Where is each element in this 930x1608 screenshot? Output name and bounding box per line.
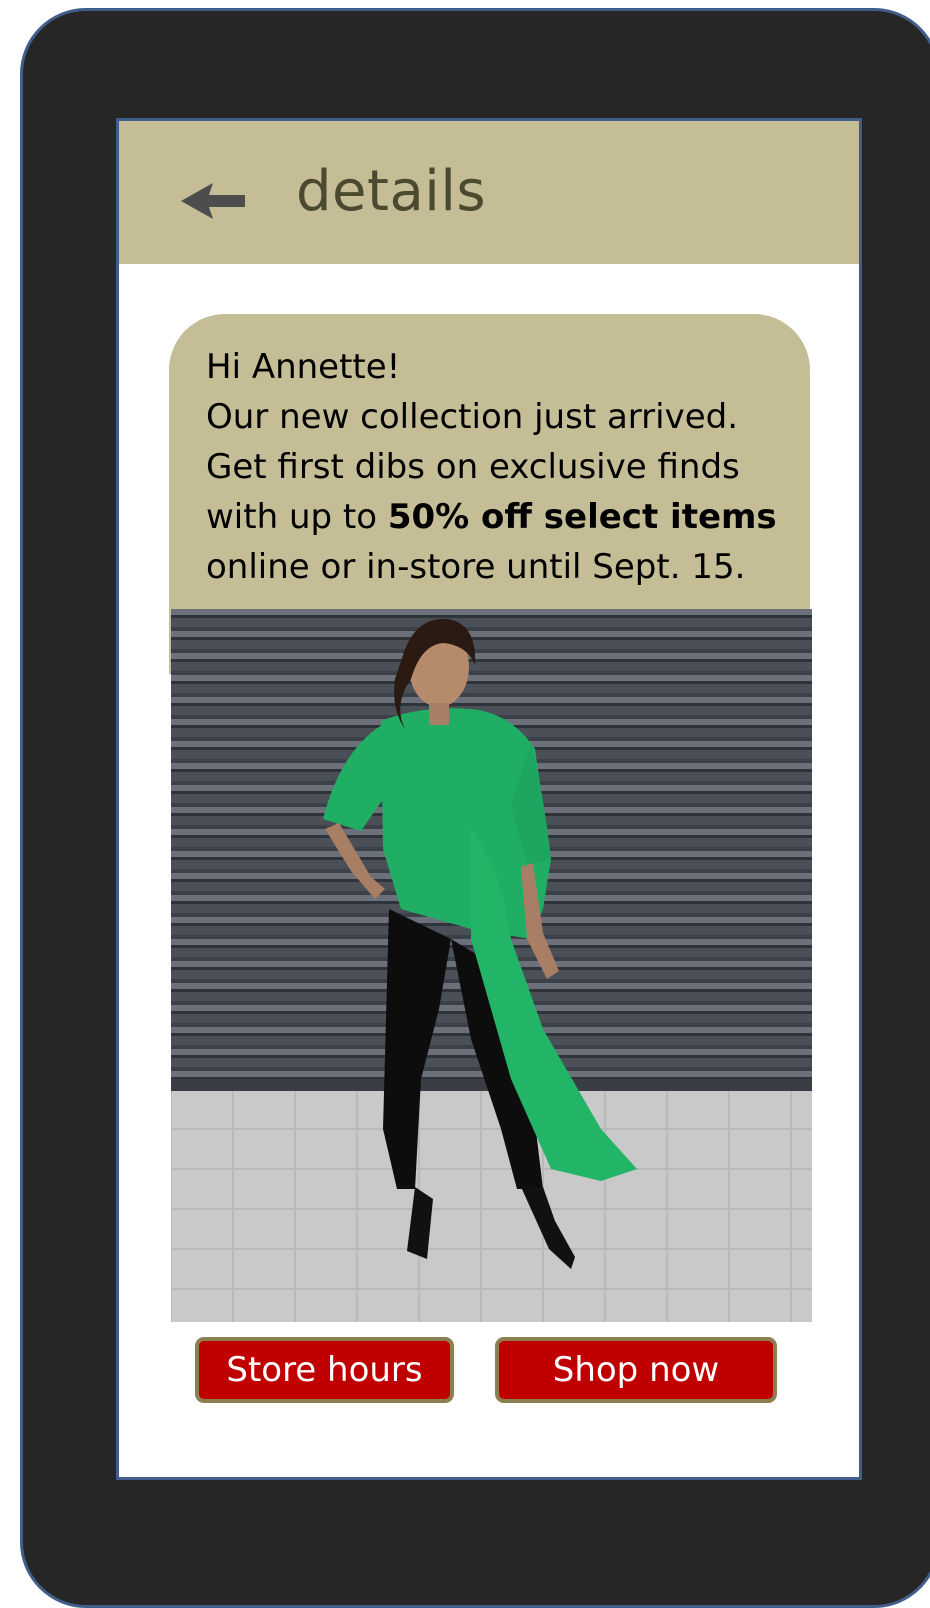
app-screen: details Hi Annette! Our new collection j… bbox=[116, 118, 862, 1480]
page-title: details bbox=[296, 159, 487, 224]
discount-highlight: 50% off select items bbox=[387, 497, 777, 537]
message-line: online or in-store until Sept. 15. bbox=[206, 547, 746, 587]
arrow-left-icon bbox=[181, 183, 245, 219]
store-hours-button[interactable]: Store hours bbox=[195, 1337, 454, 1403]
greeting-text: Hi Annette! bbox=[206, 347, 401, 387]
promo-message: Hi Annette! Our new collection just arri… bbox=[206, 342, 806, 592]
message-line: with up to 50% off select items bbox=[206, 492, 806, 542]
message-line-prefix: with up to bbox=[206, 497, 388, 537]
product-photo bbox=[171, 609, 812, 1322]
message-line: Our new collection just arrived. bbox=[206, 397, 739, 437]
header-bar: details bbox=[119, 121, 859, 264]
message-line: Get first dibs on exclusive finds bbox=[206, 447, 740, 487]
shop-now-button[interactable]: Shop now bbox=[495, 1337, 777, 1403]
back-button[interactable] bbox=[177, 177, 249, 225]
